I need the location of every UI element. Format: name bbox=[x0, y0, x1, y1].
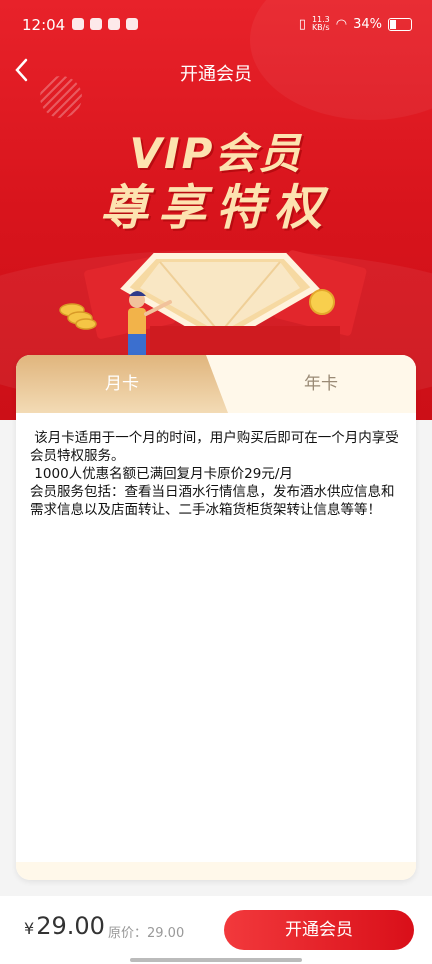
currency-symbol: ¥ bbox=[24, 919, 35, 938]
coin-icon bbox=[75, 318, 97, 330]
app-icon bbox=[126, 18, 138, 30]
card-footer bbox=[16, 862, 416, 880]
app-icon bbox=[90, 18, 102, 30]
bottom-bar: ¥29.00 原价：29.00 开通会员 bbox=[0, 896, 432, 964]
vip-subheadline: 尊享特权 bbox=[99, 180, 332, 236]
price-value: 29.00 bbox=[36, 912, 105, 940]
app-icon bbox=[108, 18, 120, 30]
original-price: 原价：29.00 bbox=[108, 926, 185, 941]
tiktok-icon bbox=[72, 18, 84, 30]
battery-percent: 34% bbox=[353, 16, 382, 32]
net-speed: 11.3 KB/s bbox=[311, 15, 330, 32]
vip-illustration bbox=[59, 250, 367, 356]
gift-box bbox=[150, 326, 340, 356]
vibrate-icon: ▯ bbox=[298, 16, 306, 32]
status-time: 12:04 bbox=[22, 16, 66, 34]
coin-icon bbox=[309, 289, 335, 315]
membership-card: 年卡 月卡 该月卡适用于一个月的时间，用户购买后即可在一个月内享受会员特权服务。… bbox=[16, 355, 416, 880]
membership-description: 该月卡适用于一个月的时间，用户购买后即可在一个月内享受会员特权服务。 1000人… bbox=[30, 430, 399, 518]
wifi-icon: ◠ bbox=[335, 16, 348, 32]
notification-icons bbox=[72, 18, 138, 30]
tab-month-card[interactable]: 月卡 bbox=[16, 355, 228, 413]
nav-bar: 开通会员 bbox=[0, 50, 432, 94]
page-title: 开通会员 bbox=[180, 64, 252, 85]
open-membership-button[interactable]: 开通会员 bbox=[224, 910, 414, 950]
status-bar: 12:04 ▯ 11.3 KB/s ◠ 34% bbox=[0, 0, 432, 50]
person-body bbox=[128, 308, 146, 338]
home-indicator bbox=[130, 958, 302, 962]
battery-icon bbox=[388, 17, 412, 31]
price: ¥29.00 bbox=[24, 912, 105, 940]
membership-tabs: 年卡 月卡 bbox=[16, 355, 416, 413]
status-right: ▯ 11.3 KB/s ◠ 34% bbox=[299, 16, 412, 32]
tab-year-card[interactable]: 年卡 bbox=[206, 355, 416, 413]
